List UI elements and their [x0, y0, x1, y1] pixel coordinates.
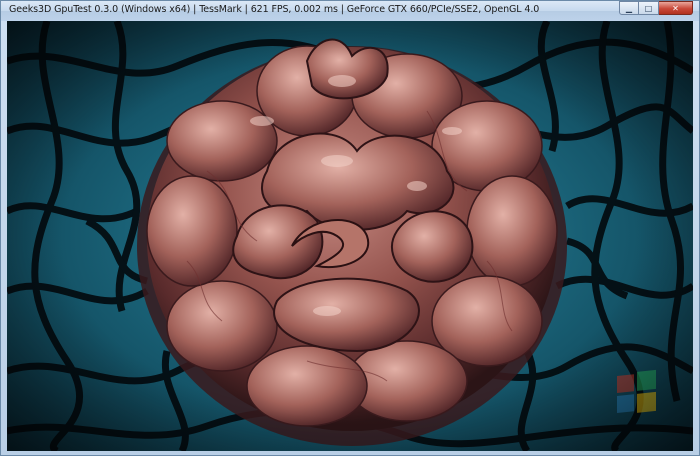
maximize-icon: □ [644, 3, 653, 13]
maximize-button[interactable]: □ [639, 1, 659, 15]
render-canvas [7, 21, 693, 451]
vignette [7, 21, 693, 451]
title-bar[interactable]: Geeks3D GpuTest 0.3.0 (Windows x64) | Te… [1, 1, 699, 21]
close-button[interactable]: ✕ [659, 1, 693, 15]
window-controls: ▁ □ ✕ [619, 1, 693, 17]
minimize-icon: ▁ [625, 3, 633, 13]
minimize-button[interactable]: ▁ [619, 1, 639, 15]
window-title: Geeks3D GpuTest 0.3.0 (Windows x64) | Te… [9, 4, 540, 15]
app-window: Geeks3D GpuTest 0.3.0 (Windows x64) | Te… [0, 0, 700, 456]
close-icon: ✕ [672, 3, 679, 13]
render-viewport[interactable] [7, 21, 693, 451]
